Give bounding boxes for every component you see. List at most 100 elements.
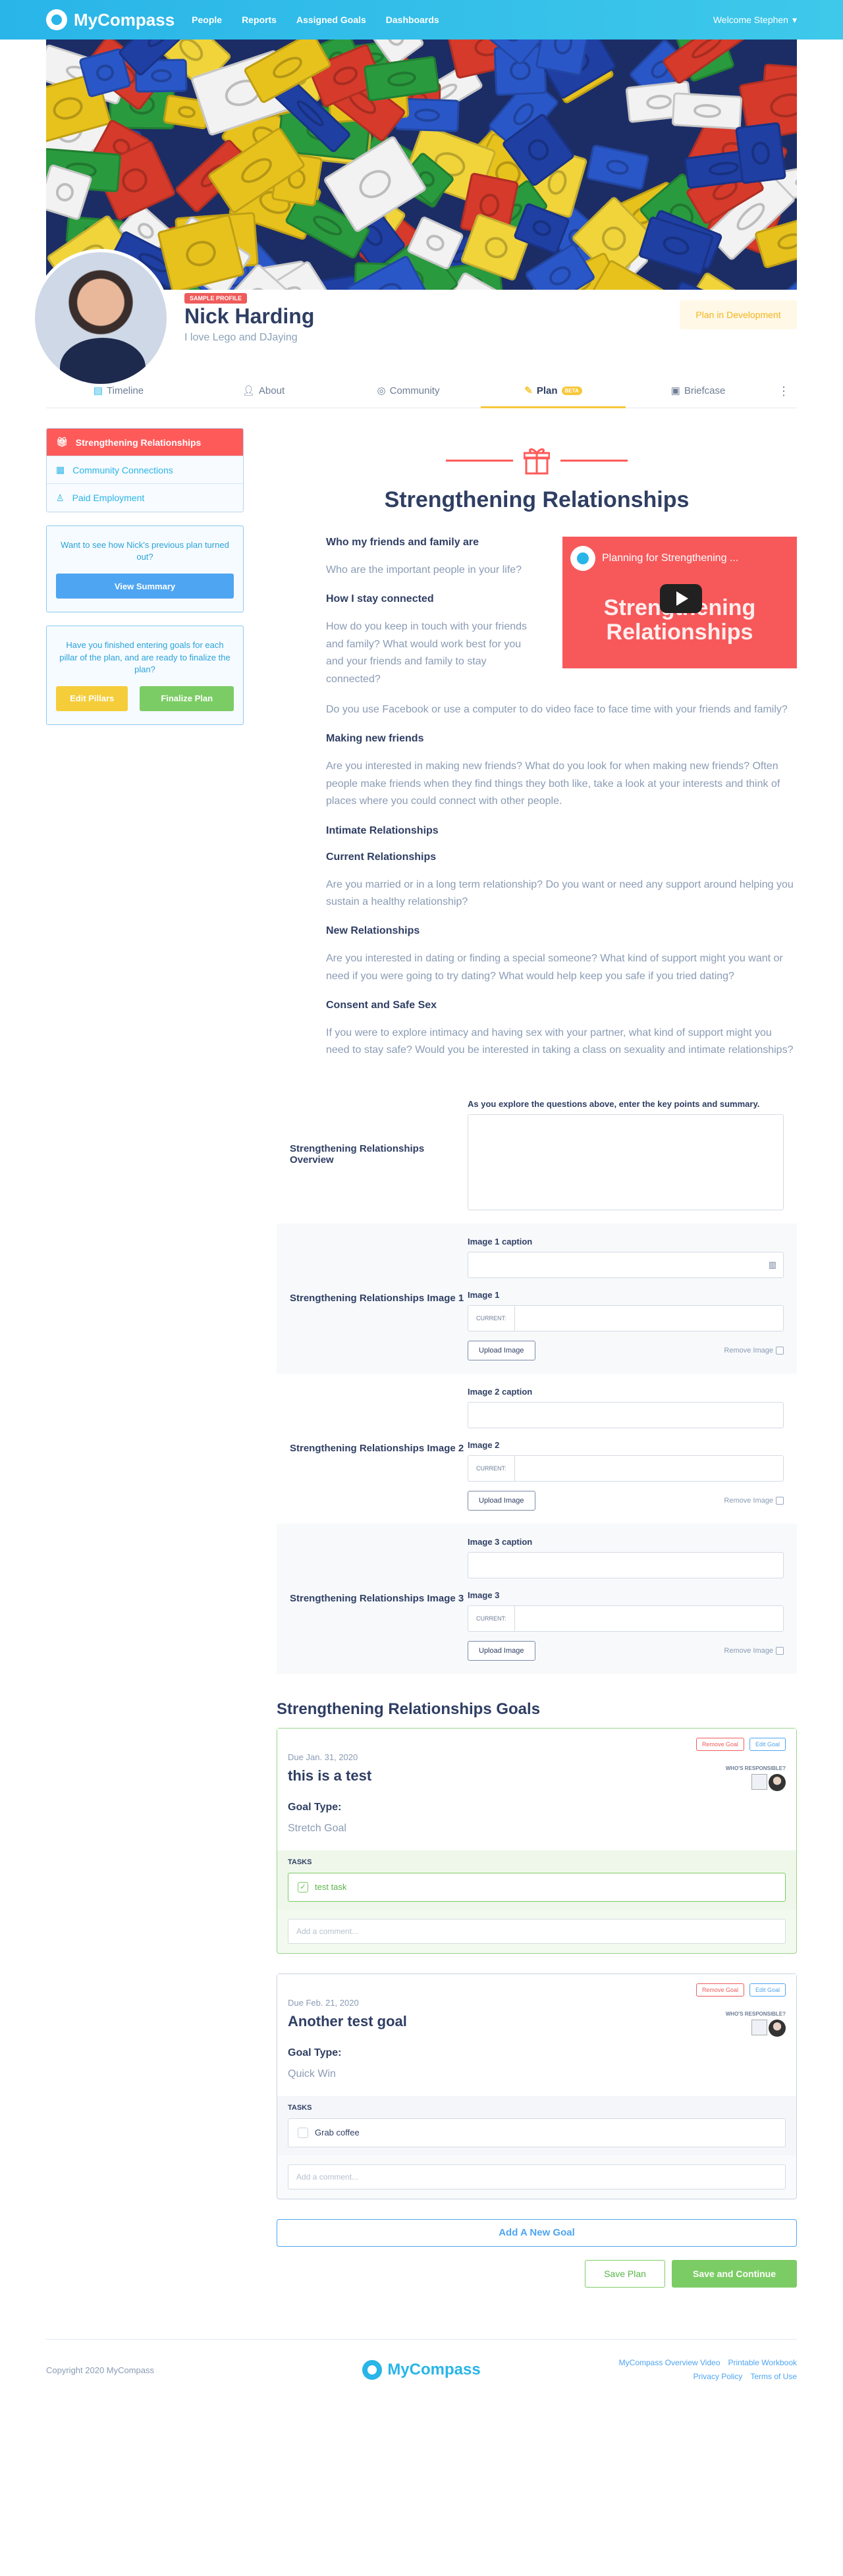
task-item[interactable]: ✓ test task — [288, 1872, 786, 1902]
image-field-label: Image 1 — [468, 1289, 500, 1300]
caption-label: Image 2 caption — [468, 1386, 533, 1397]
image-row-2: Strengthening Relationships Image 2 Imag… — [277, 1374, 797, 1524]
caret-down-icon: ▾ — [792, 14, 797, 25]
save-and-continue-button[interactable]: Save and Continue — [672, 2259, 797, 2288]
overview-help: As you explore the questions above, ente… — [468, 1098, 760, 1109]
question-text: Do you use Facebook or use a computer to… — [326, 703, 788, 715]
upload-image-button[interactable]: Upload Image — [468, 1340, 535, 1360]
tab-about[interactable]: 👤︎ About — [191, 375, 336, 408]
caption-input[interactable] — [468, 1401, 784, 1428]
finalize-card: Have you finished entering goals for eac… — [46, 626, 244, 725]
goal-type-label: Goal Type: — [288, 1801, 342, 1813]
remove-image-toggle[interactable]: Remove Image — [724, 1646, 784, 1655]
checkbox[interactable] — [298, 2127, 308, 2138]
overview-textarea[interactable] — [468, 1114, 784, 1210]
add-goal-button[interactable]: Add A New Goal — [277, 2218, 797, 2247]
image-file-input[interactable]: CURRENT: — [468, 1605, 784, 1632]
user-menu[interactable]: Welcome Stephen ▾ — [713, 14, 797, 26]
image-row-1: Strengthening Relationships Image 1 Imag… — [277, 1223, 797, 1374]
profile-tabs: ▤ Timeline 👤︎ About ◎ Community ✎ Plan B… — [46, 375, 797, 408]
image-label: Strengthening Relationships Image 2 — [290, 1443, 464, 1455]
plan-status-badge: Plan in Development — [680, 300, 797, 329]
finalize-plan-button[interactable]: Finalize Plan — [140, 685, 234, 711]
tab-briefcase[interactable]: ▣ Briefcase — [626, 375, 771, 408]
plan-sidebar: 🎁︎ Strengthening Relationships ▦ Communi… — [46, 428, 244, 725]
compass-icon — [362, 2360, 383, 2380]
responsible-people: WHO'S RESPONSIBLE? — [726, 2011, 786, 2037]
pillar-nav: 🎁︎ Strengthening Relationships ▦ Communi… — [46, 428, 244, 512]
sidebar-item-strengthening-relationships[interactable]: 🎁︎ Strengthening Relationships — [47, 429, 243, 456]
more-options-icon[interactable]: ⋮ — [771, 385, 797, 398]
sidebar-item-label: Paid Employment — [72, 493, 145, 503]
checkbox[interactable] — [776, 1496, 784, 1505]
checkbox[interactable] — [776, 1646, 784, 1655]
image-file-input[interactable]: CURRENT: — [468, 1455, 784, 1482]
image-field-label: Image 3 — [468, 1590, 500, 1600]
nav-link-dashboards[interactable]: Dashboards — [386, 14, 439, 25]
footer: Copyright 2020 MyCompass MyCompass MyCom… — [46, 2338, 797, 2401]
view-summary-button[interactable]: View Summary — [56, 574, 234, 599]
remove-image-label: Remove Image — [724, 1646, 773, 1655]
overview-label: Strengthening Relationships Overview — [290, 1143, 425, 1166]
nav-link-assigned-goals[interactable]: Assigned Goals — [296, 14, 366, 25]
question-heading: Making new friends — [326, 733, 424, 745]
remove-image-toggle[interactable]: Remove Image — [724, 1496, 784, 1505]
lego-brick — [661, 40, 753, 85]
nav-link-reports[interactable]: Reports — [242, 14, 277, 25]
divider — [446, 459, 513, 462]
caption-input[interactable]: ▥ — [468, 1251, 784, 1278]
goal-card: Remove Goal Edit Goal Due Feb. 21, 2020 … — [277, 1973, 797, 2199]
task-item[interactable]: Grab coffee — [288, 2118, 786, 2147]
edit-pillars-button[interactable]: Edit Pillars — [56, 685, 128, 711]
sidebar-item-paid-employment[interactable]: ♙ Paid Employment — [47, 484, 243, 512]
caption-label: Image 3 caption — [468, 1536, 533, 1547]
checkbox[interactable] — [776, 1346, 784, 1355]
footer-link-terms[interactable]: Terms of Use — [750, 2372, 797, 2381]
tab-plan[interactable]: ✎ Plan BETA — [481, 375, 626, 408]
edit-goal-button[interactable]: Edit Goal — [749, 1737, 786, 1751]
save-plan-button[interactable]: Save Plan — [585, 2259, 665, 2288]
footer-link-privacy[interactable]: Privacy Policy — [693, 2372, 743, 2381]
footer-link-workbook[interactable]: Printable Workbook — [728, 2358, 798, 2367]
goal-due-date: Due Feb. 21, 2020 — [288, 1997, 359, 2008]
brand-logo[interactable]: MyCompass — [46, 9, 175, 30]
edit-goal-button[interactable]: Edit Goal — [749, 1983, 786, 1997]
footer-links: MyCompass Overview Video Printable Workbo… — [599, 2356, 797, 2384]
footer-logo[interactable]: MyCompass — [362, 2360, 481, 2380]
question-text: Are you interested in dating or finding … — [326, 953, 783, 982]
image-file-input[interactable]: CURRENT: — [468, 1304, 784, 1331]
remove-image-toggle[interactable]: Remove Image — [724, 1346, 784, 1355]
caption-input[interactable] — [468, 1551, 784, 1578]
task-label: test task — [315, 1882, 347, 1892]
nav-link-people[interactable]: People — [192, 14, 222, 25]
upload-image-button[interactable]: Upload Image — [468, 1490, 535, 1511]
checkmark-icon[interactable]: ✓ — [298, 1881, 308, 1892]
lego-brick — [671, 92, 743, 130]
finalize-text: Have you finished entering goals for eac… — [59, 640, 231, 674]
guiding-questions: Planning for Strengthening ... Strengthe… — [277, 537, 797, 1060]
profile-tagline: I love Lego and DJaying — [184, 332, 298, 343]
tab-community[interactable]: ◎ Community — [336, 375, 481, 408]
sidebar-item-community-connections[interactable]: ▦ Community Connections — [47, 456, 243, 484]
overview-row: Strengthening Relationships Overview As … — [277, 1086, 797, 1223]
remove-image-label: Remove Image — [724, 1496, 773, 1505]
footer-brand: MyCompass — [387, 2361, 481, 2379]
video-player[interactable]: Planning for Strengthening ... Strengthe… — [562, 537, 797, 668]
footer-link-overview-video[interactable]: MyCompass Overview Video — [619, 2358, 721, 2367]
compass-icon: ◎ — [377, 385, 386, 396]
gift-icon: 🎁︎ — [56, 437, 68, 447]
tab-label: Timeline — [107, 385, 144, 396]
sidebar-item-label: Strengthening Relationships — [75, 437, 202, 448]
remove-goal-button[interactable]: Remove Goal — [695, 1737, 744, 1751]
remove-image-label: Remove Image — [724, 1346, 773, 1355]
image-label: Strengthening Relationships Image 1 — [290, 1293, 464, 1304]
sidebar-item-label: Community Connections — [72, 464, 173, 475]
question-text: Are you married or in a long term relati… — [326, 878, 794, 907]
remove-goal-button[interactable]: Remove Goal — [695, 1983, 744, 1997]
play-button-icon[interactable] — [660, 584, 702, 613]
comment-input[interactable]: Add a comment... — [288, 1918, 786, 1944]
comment-input[interactable]: Add a comment... — [288, 2164, 786, 2189]
upload-image-button[interactable]: Upload Image — [468, 1640, 535, 1661]
goal-name: Another test goal — [288, 2012, 407, 2029]
tasks-section: TASKS Grab coffee — [277, 2095, 796, 2155]
